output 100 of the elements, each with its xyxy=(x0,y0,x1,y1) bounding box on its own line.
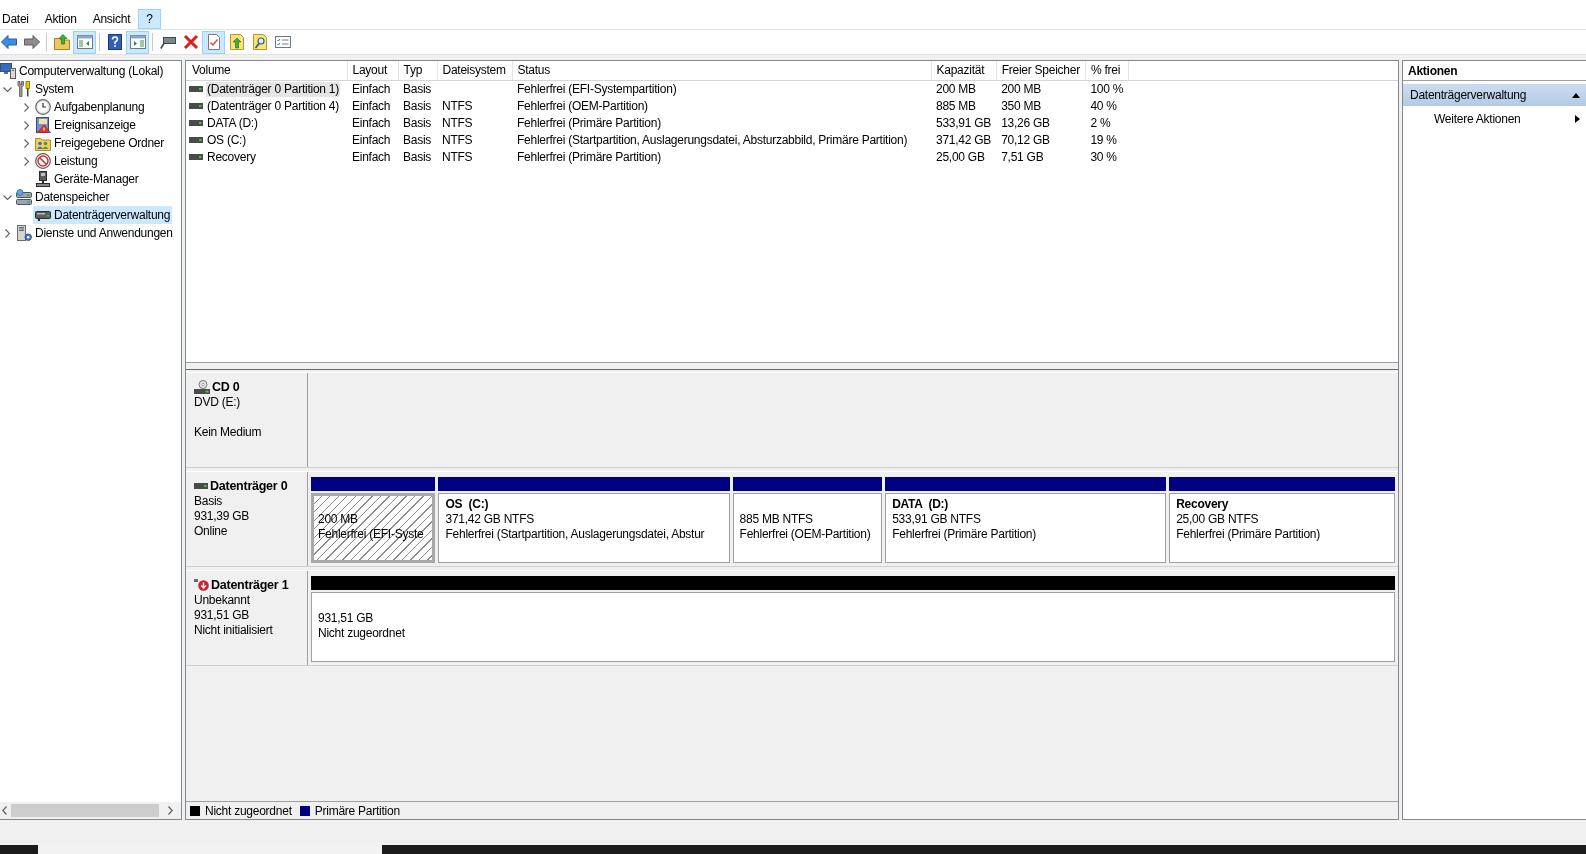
disk-name: Datenträger 0 xyxy=(210,478,288,494)
document-search-icon xyxy=(251,34,268,50)
table-cell: 200 MB xyxy=(931,80,997,98)
table-cell-text: Basis xyxy=(402,114,433,132)
horizontal-scrollbar[interactable] xyxy=(0,802,181,819)
menu-item[interactable]: Datei xyxy=(0,9,37,29)
table-cell-text: NTFS xyxy=(441,148,474,166)
cross-icon xyxy=(182,34,199,50)
tree-item[interactable]: Computerverwaltung (Lokal) xyxy=(0,62,166,80)
chevron-right-icon[interactable] xyxy=(23,102,29,112)
chevron-right-icon[interactable] xyxy=(23,156,29,166)
volume-name[interactable]: (Datenträger 0 Partition 1) xyxy=(206,81,340,97)
menu-item[interactable]: Ansicht xyxy=(84,9,139,29)
table-cell-text: 885 MB xyxy=(935,97,977,115)
partition-box[interactable]: 200 MB Fehlerfrei (EFI-Syste xyxy=(311,493,436,563)
table-cell-text: 371,42 GB xyxy=(935,131,993,149)
legend-label: Nicht zugeordnet xyxy=(205,802,292,820)
action-item[interactable]: Weitere Aktionen xyxy=(1403,108,1586,130)
chevron-right-icon[interactable] xyxy=(4,228,10,238)
column-header[interactable]: Status xyxy=(512,61,931,80)
table-cell-text: Basis xyxy=(402,148,433,166)
table-cell-text: 7,51 GB xyxy=(1000,148,1045,166)
drive-cable-icon xyxy=(159,34,176,50)
table-cell-text: 350 MB xyxy=(1000,97,1042,115)
column-header[interactable]: Freier Speicher xyxy=(996,61,1086,80)
window-panel-icon xyxy=(129,34,146,50)
partition-box[interactable]: Recovery 25,00 GB NTFS Fehlerfrei (Primäre Partition) xyxy=(1169,493,1395,563)
cd-drive-icon xyxy=(194,380,210,394)
arrow-right-icon xyxy=(23,34,40,50)
table-cell-text: 40 % xyxy=(1089,97,1118,115)
volume-name[interactable]: Recovery xyxy=(206,149,257,165)
partition-box[interactable]: 931,51 GB Nicht zugeordnet xyxy=(311,592,1395,662)
tree-item[interactable]: Datenspeicher xyxy=(14,188,112,206)
tree-item[interactable]: Dienste und Anwendungen xyxy=(14,224,175,242)
tree-item[interactable]: Geräte-Manager xyxy=(33,170,141,188)
event-log-icon xyxy=(35,117,51,133)
table-cell-text: Fehlerfrei (OEM-Partition) xyxy=(516,97,649,115)
table-cell-text: Fehlerfrei (Primäre Partition) xyxy=(516,114,662,132)
disk-size: 931,51 GB xyxy=(194,608,250,623)
chevron-down-icon[interactable] xyxy=(2,86,12,92)
chevron-right-icon[interactable] xyxy=(23,138,29,148)
help-icon xyxy=(106,34,123,50)
volume-name[interactable]: DATA (D:) xyxy=(206,115,259,131)
disk-name: Datenträger 1 xyxy=(211,577,289,593)
disk-type: Unbekannt xyxy=(194,593,250,608)
chevron-down-icon[interactable] xyxy=(2,194,12,200)
tools-icon xyxy=(16,81,32,97)
actions-title: Aktionen xyxy=(1403,61,1586,81)
device-icon xyxy=(35,171,51,187)
partition-box[interactable]: 885 MB NTFS Fehlerfrei (OEM-Partition) xyxy=(732,493,883,563)
table-cell-text: 19 % xyxy=(1089,131,1118,149)
partition-box[interactable]: OS (C:) 371,42 GB NTFS Fehlerfrei (Startpartition, Auslagerungsdatei, Abstur xyxy=(438,493,730,563)
partition-box[interactable]: DATA (D:) 533,91 GB NTFS Fehlerfrei (Primäre Partition) xyxy=(885,493,1167,563)
folder-people-icon xyxy=(35,135,51,151)
partition-name: OS (C:) xyxy=(445,497,489,512)
disk-status: Kein Medium xyxy=(194,425,262,440)
table-cell: 200 MB xyxy=(996,80,1086,98)
chevron-right-icon[interactable] xyxy=(23,120,29,130)
column-header[interactable]: Typ xyxy=(398,61,437,80)
tree-item[interactable]: Freigegebene Ordner xyxy=(33,134,166,152)
menu-item[interactable]: ? xyxy=(138,9,161,29)
tree-item[interactable]: Leistung xyxy=(33,152,100,170)
table-cell-text: Fehlerfrei (Primäre Partition) xyxy=(516,148,662,166)
column-header[interactable]: Layout xyxy=(347,61,398,80)
drive-icon xyxy=(189,137,203,143)
folder-arrow-icon xyxy=(53,34,70,50)
tree-item[interactable]: Aufgabenplanung xyxy=(33,98,147,116)
drive-icon xyxy=(35,209,51,221)
scrollbar-thumb[interactable] xyxy=(11,804,159,817)
partition-status: Fehlerfrei (Primäre Partition) xyxy=(1176,527,1321,542)
disk-size: 931,39 GB xyxy=(194,509,250,524)
partition-name: Recovery xyxy=(1176,497,1229,512)
drive-icon xyxy=(189,120,203,126)
taskbar-search-field[interactable] xyxy=(38,845,382,854)
volume-name[interactable]: (Datenträger 0 Partition 4) xyxy=(206,98,340,114)
table-cell-text: Einfach xyxy=(351,131,392,149)
table-cell-text: Einfach xyxy=(351,97,392,115)
column-header[interactable]: Volume xyxy=(186,61,347,80)
drive-icon xyxy=(189,154,203,160)
column-header[interactable]: Dateisystem xyxy=(437,61,512,80)
splitter[interactable] xyxy=(186,362,1398,370)
menu-item[interactable]: Aktion xyxy=(36,9,85,29)
table-cell-text: 2 % xyxy=(1089,114,1112,132)
action-section-header[interactable]: Datenträgerverwaltung xyxy=(1403,84,1586,106)
window-panel-icon xyxy=(76,34,93,50)
tree-item[interactable]: Ereignisanzeige xyxy=(33,116,138,134)
tree-item[interactable]: System xyxy=(14,80,76,98)
drive-icon xyxy=(194,483,208,489)
column-header[interactable]: Kapazität xyxy=(931,61,997,80)
arrow-left-icon xyxy=(0,34,17,50)
server-icon xyxy=(16,225,32,241)
volume-name[interactable]: OS (C:) xyxy=(206,132,247,148)
table-cell-text: Basis xyxy=(402,97,433,115)
tree-item[interactable]: Datenträgerverwaltung xyxy=(33,206,173,224)
chevron-right-icon[interactable] xyxy=(168,806,173,815)
table-cell-text: 30 % xyxy=(1089,148,1118,166)
chevron-left-icon[interactable] xyxy=(2,806,7,815)
table-cell: Fehlerfrei (EFI-Systempartition) xyxy=(512,80,931,98)
column-header[interactable]: % frei xyxy=(1085,61,1129,80)
table-cell-text: NTFS xyxy=(441,97,474,115)
